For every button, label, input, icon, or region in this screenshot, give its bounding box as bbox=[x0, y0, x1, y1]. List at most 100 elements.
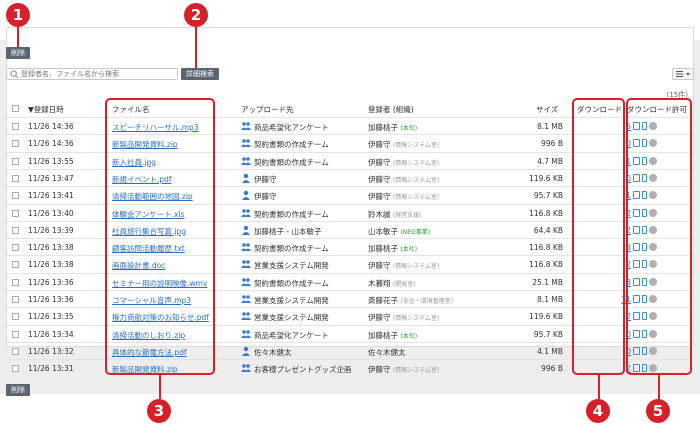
callout-box-filename bbox=[105, 98, 215, 375]
row-destination: 商品希望化アンケート bbox=[254, 123, 329, 132]
column-registrant[interactable]: 登録者 (組織) bbox=[368, 104, 414, 115]
column-destination[interactable]: アップロード先 bbox=[241, 104, 294, 115]
registrant-org: (安全・環境管理室) bbox=[400, 298, 454, 305]
row-size: 95.7 KB bbox=[533, 329, 563, 339]
delete-button-top[interactable]: 削除 bbox=[6, 47, 30, 59]
row-checkbox[interactable] bbox=[12, 123, 19, 130]
row-checkbox[interactable] bbox=[12, 330, 19, 338]
search-icon bbox=[10, 70, 19, 79]
row-size: 119.6 KB bbox=[529, 173, 563, 183]
row-checkbox[interactable] bbox=[12, 365, 19, 373]
search-input[interactable] bbox=[21, 69, 176, 79]
row-registrant: 木暮翔 (開発室) bbox=[368, 278, 416, 289]
row-date: 11/26 13:55 bbox=[28, 156, 74, 166]
row-registrant: 伊藤守 (情報システム室) bbox=[368, 312, 439, 323]
search-box[interactable] bbox=[6, 68, 178, 80]
row-destination: 契約書類の作成チーム bbox=[254, 157, 329, 167]
group-icon bbox=[241, 122, 251, 130]
registrant-org: (開発室) bbox=[392, 280, 416, 288]
row-size: 25.1 MB bbox=[532, 277, 563, 287]
registrant-name: 伊藤守 bbox=[368, 157, 391, 167]
column-date[interactable]: ▼登録日時 bbox=[28, 104, 64, 115]
group-icon bbox=[241, 329, 251, 338]
row-destination: 佐々木健太 bbox=[254, 347, 292, 357]
row-destination: 契約書類の作成チーム bbox=[254, 278, 329, 288]
registrant-name: 伊藤守 bbox=[368, 174, 391, 184]
callout-badge-2: 2 bbox=[184, 3, 208, 27]
row-date: 11/26 13:34 bbox=[28, 329, 74, 339]
row-size: 119.6 KB bbox=[529, 312, 563, 322]
registrant-org: (情報システム室) bbox=[392, 263, 440, 271]
row-checkbox[interactable] bbox=[12, 157, 19, 165]
callout-line-4 bbox=[598, 375, 600, 399]
row-checkbox[interactable] bbox=[12, 226, 19, 234]
row-date: 11/26 13:31 bbox=[28, 364, 74, 374]
row-registrant: 加藤桃子 (本社) bbox=[368, 122, 417, 133]
row-size: 996 B bbox=[541, 364, 563, 374]
registrant-name: 伊藤守 bbox=[368, 365, 391, 375]
row-registrant: 加藤桃子 (本社) bbox=[368, 330, 417, 341]
row-registrant: 伊藤守 (情報システム室) bbox=[368, 139, 439, 150]
row-checkbox[interactable] bbox=[12, 261, 19, 269]
row-registrant: 山本敏子 (NEO事業) bbox=[368, 226, 430, 237]
callout-box-permission bbox=[626, 98, 692, 375]
row-checkbox[interactable] bbox=[12, 296, 19, 303]
row-destination: 営業支援システム開発 bbox=[254, 313, 329, 323]
registrant-name: 加藤桃子 bbox=[368, 244, 398, 254]
list-menu-button[interactable] bbox=[672, 68, 694, 80]
group-icon bbox=[241, 208, 251, 217]
row-destination: 営業支援システム開発 bbox=[254, 296, 329, 305]
advanced-search-button[interactable]: 詳細検索 bbox=[181, 68, 219, 80]
row-checkbox[interactable] bbox=[12, 278, 19, 286]
menu-icon bbox=[676, 71, 690, 77]
row-checkbox[interactable] bbox=[12, 313, 19, 321]
row-date: 11/26 13:35 bbox=[28, 312, 74, 322]
row-registrant: 佐々木健太 bbox=[368, 347, 406, 358]
row-checkbox[interactable] bbox=[12, 347, 19, 355]
registrant-org: (本社) bbox=[400, 332, 418, 340]
select-all-checkbox[interactable] bbox=[12, 105, 19, 112]
row-destination: 営業支援システム開発 bbox=[254, 261, 329, 271]
registrant-org: (情報システム室) bbox=[392, 142, 440, 150]
row-size: 4.1 MB bbox=[537, 346, 563, 356]
callout-badge-1: 1 bbox=[6, 3, 30, 27]
row-date: 11/26 13:39 bbox=[28, 225, 74, 235]
row-date: 11/26 14:36 bbox=[28, 122, 74, 131]
group-icon bbox=[241, 277, 251, 286]
registrant-org: (NEO事業) bbox=[400, 228, 431, 236]
callout-badge-3: 3 bbox=[147, 399, 171, 423]
row-registrant: 伊藤守 (情報システム室) bbox=[368, 364, 439, 375]
row-date: 11/26 13:36 bbox=[28, 277, 74, 287]
row-date: 11/26 13:41 bbox=[28, 191, 74, 201]
registrant-name: 加藤桃子 bbox=[368, 330, 398, 340]
row-checkbox[interactable] bbox=[12, 140, 19, 148]
row-checkbox[interactable] bbox=[12, 192, 19, 200]
row-destination: 伊藤守 bbox=[254, 192, 277, 202]
row-registrant: 伊藤守 (情報システム室) bbox=[368, 157, 439, 168]
row-registrant: 伊藤守 (情報システム室) bbox=[368, 191, 439, 202]
row-registrant: 加藤桃子 (本社) bbox=[368, 243, 417, 254]
row-size: 8.1 MB bbox=[537, 122, 563, 131]
row-registrant: 鈴木誠 (経営支援) bbox=[368, 209, 422, 220]
registrant-name: 伊藤守 bbox=[368, 261, 391, 271]
row-registrant: 斎藤花子 (安全・環境管理室) bbox=[368, 295, 453, 306]
row-destination: 加藤桃子 - 山本敏子 bbox=[254, 226, 322, 236]
row-checkbox[interactable] bbox=[12, 244, 19, 252]
delete-button-bottom[interactable]: 削除 bbox=[6, 384, 30, 396]
callout-badge-5: 5 bbox=[646, 399, 670, 423]
row-size: 95.7 KB bbox=[533, 191, 563, 201]
row-destination: 商品希望化アンケート bbox=[254, 330, 329, 340]
registrant-org: (本社) bbox=[400, 125, 418, 132]
row-date: 11/26 13:38 bbox=[28, 260, 74, 270]
person-icon bbox=[242, 346, 250, 356]
row-size: 116.8 KB bbox=[529, 208, 563, 218]
column-size[interactable]: サイズ bbox=[536, 104, 558, 115]
row-checkbox[interactable] bbox=[12, 209, 19, 217]
row-size: 4.7 MB bbox=[537, 156, 563, 166]
row-registrant: 伊藤守 (情報システム室) bbox=[368, 260, 439, 271]
row-checkbox[interactable] bbox=[12, 174, 19, 182]
registrant-org: (情報システム室) bbox=[392, 159, 440, 167]
callout-box-downloads bbox=[572, 98, 625, 375]
row-size: 116.8 KB bbox=[529, 243, 563, 253]
registrant-name: 伊藤守 bbox=[368, 192, 391, 202]
